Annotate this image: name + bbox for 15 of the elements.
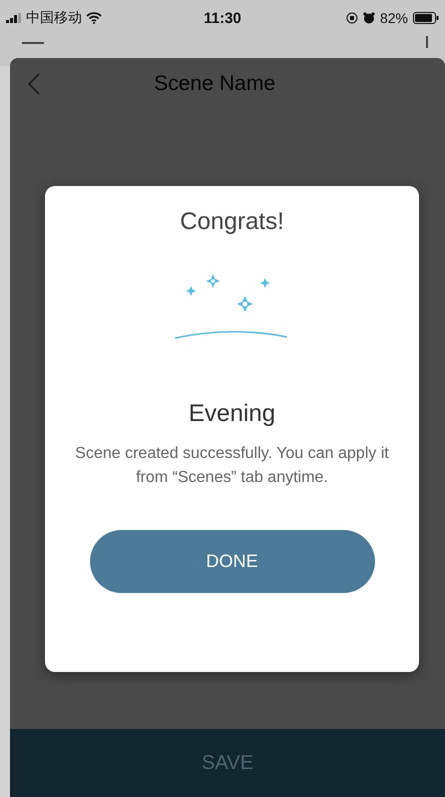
carrier-name: 中国移动 — [26, 9, 82, 27]
alarm-icon — [362, 12, 375, 24]
rotation-lock-icon — [346, 12, 358, 24]
sheet-title: Scene Name — [154, 72, 276, 96]
dialog-title: Congrats! — [180, 208, 284, 236]
wifi-icon — [86, 12, 102, 24]
battery-percent: 82% — [380, 10, 408, 26]
scene-name: Evening — [188, 400, 276, 428]
done-button[interactable]: DONE — [90, 530, 374, 593]
success-message: Scene created successfully. You can apply it from “Scenes” tab anytime. — [74, 444, 390, 488]
clock-time: 11:30 — [202, 10, 242, 26]
save-button[interactable]: SAVE — [10, 729, 445, 797]
menu-icon[interactable] — [22, 41, 44, 47]
signal-icon — [6, 13, 22, 23]
battery-icon — [412, 12, 439, 24]
